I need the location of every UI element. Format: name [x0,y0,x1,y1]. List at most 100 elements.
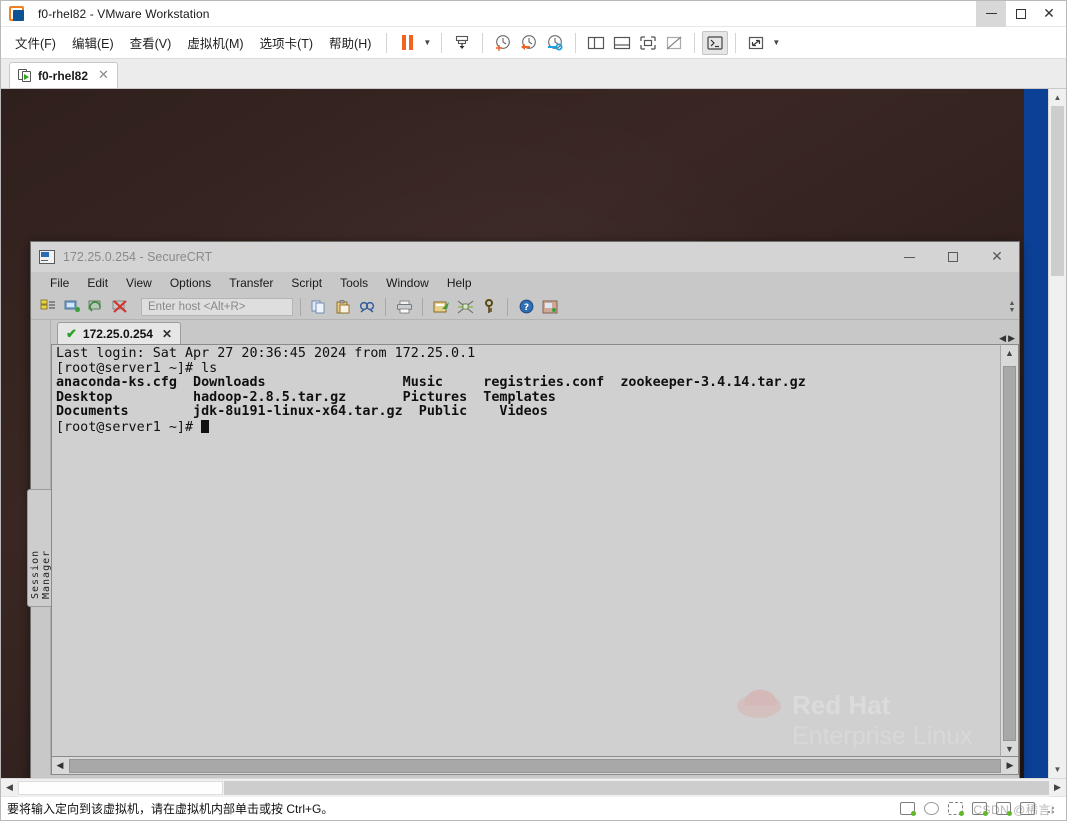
crt-menu-view[interactable]: View [117,274,161,292]
session-manager-panel[interactable]: Session Manager [26,320,55,775]
chevron-down-icon[interactable]: ▼ [769,31,783,55]
menu-vm[interactable]: 虚拟机(M) [179,29,251,56]
toolbar-separator [422,297,423,316]
close-icon[interactable]: ✕ [162,327,172,341]
vmware-close-button[interactable]: ✕ [1036,1,1066,27]
usb-icon[interactable] [972,802,988,816]
menu-help[interactable]: 帮助(H) [321,29,379,56]
vmware-maximize-button[interactable] [1006,1,1036,27]
menu-file[interactable]: 文件(F) [7,29,64,56]
terminal-screen[interactable]: Red Hat Enterprise Linux Last login: Sat… [51,344,1000,757]
help-icon[interactable]: ? [515,297,537,317]
securecrt-title-bar: 172.25.0.254 - SecureCRT ✕ [31,242,1019,272]
vm-tab-f0-rhel82[interactable]: f0-rhel82 ✕ [9,62,118,88]
toolbar-overflow-icon[interactable]: ▲ ▼ [1005,295,1019,318]
properties-icon[interactable] [539,297,561,317]
session-tab-172-25-0-254[interactable]: ✔ 172.25.0.254 ✕ [57,322,182,344]
scrollbar-thumb[interactable] [224,780,1049,795]
stretch-icon[interactable] [743,31,769,55]
hard-disk-icon[interactable] [900,802,916,816]
show-sidebar-icon[interactable] [583,31,609,55]
unity-mode-icon[interactable] [661,31,687,55]
resize-grip-icon[interactable] [1044,803,1056,815]
show-bottom-panel-icon[interactable] [609,31,635,55]
find-icon[interactable] [356,297,378,317]
wallpaper-brand-line2: Enterprise Linux [792,722,973,750]
scroll-up-icon[interactable]: ▲ [1049,89,1066,106]
toolbar-separator [441,32,443,53]
terminal-line: Documents jdk-8u191-linux-x64.tar.gz Pub… [56,404,548,420]
next-tab-icon[interactable]: ▶ [1008,333,1015,344]
crt-menu-help[interactable]: Help [438,274,481,292]
close-icon[interactable]: ✕ [98,68,109,83]
scroll-left-icon[interactable]: ◀ [52,758,68,774]
fullscreen-icon[interactable] [635,31,661,55]
vm-tab-label: f0-rhel82 [38,68,89,83]
scroll-right-icon[interactable]: ▶ [1002,758,1018,774]
securecrt-window-title: 172.25.0.254 - SecureCRT [63,250,213,264]
crt-menu-options[interactable]: Options [161,274,220,292]
reconnect-icon[interactable] [85,297,107,317]
crt-menu-transfer[interactable]: Transfer [220,274,282,292]
snapshot-take-icon[interactable] [449,31,475,55]
chevron-down-icon[interactable]: ▼ [420,31,434,55]
scrollbar-thumb-left[interactable] [18,780,223,795]
scrollbar-thumb[interactable] [1003,366,1016,741]
copy-icon[interactable] [308,297,330,317]
menu-edit[interactable]: 编辑(E) [64,29,122,56]
crt-menu-script[interactable]: Script [282,274,331,292]
vmware-vertical-scrollbar[interactable]: ▲ ▼ [1048,89,1066,778]
menu-tabs[interactable]: 选项卡(T) [252,29,321,56]
session-manager-icon[interactable] [37,297,59,317]
prev-tab-icon[interactable]: ◀ [999,333,1006,344]
securecrt-window-controls: ✕ [887,242,1019,272]
vmware-minimize-button[interactable] [976,0,1006,27]
terminal-cursor [201,419,210,433]
sound-card-icon[interactable] [996,802,1012,816]
securecrt-minimize-button[interactable] [887,242,931,272]
guest-desktop-side-panel [1024,89,1048,778]
snapshot-manager-icon[interactable] [490,31,516,55]
vmware-device-icons: CSDN @稀言i [900,802,1060,817]
securecrt-window: 172.25.0.254 - SecureCRT ✕ File Edit Vie… [26,241,1020,778]
terminal-area: Red Hat Enterprise Linux Last login: Sat… [51,344,1019,757]
scroll-right-icon[interactable]: ▶ [1049,779,1066,797]
key-icon[interactable] [478,297,500,317]
print-icon[interactable] [393,297,415,317]
terminal-horizontal-scrollbar[interactable]: ◀ ▶ [51,757,1019,775]
vmware-window-controls: ✕ [976,0,1066,27]
crt-menu-tools[interactable]: Tools [331,274,377,292]
printer-icon[interactable] [1020,802,1035,815]
vmware-title-bar: f0-rhel82 - VMware Workstation ✕ [1,0,1066,27]
snapshot-settings-icon[interactable] [542,31,568,55]
crt-menu-edit[interactable]: Edit [78,274,117,292]
scrollbar-thumb[interactable] [1051,106,1064,276]
terminal-vertical-scrollbar[interactable]: ▲ ▼ [1000,344,1019,757]
disconnect-icon[interactable] [109,297,131,317]
securecrt-maximize-button[interactable] [931,242,975,272]
scroll-up-icon[interactable]: ▲ [1001,345,1018,360]
vmware-horizontal-scrollbar[interactable]: ◀ ▶ [1,778,1066,797]
securecrt-menu-bar: File Edit View Options Transfer Script T… [31,272,1019,294]
guest-desktop[interactable]: 172.25.0.254 - SecureCRT ✕ File Edit Vie… [1,89,1048,778]
terminal-text: Last login: Sat Apr 27 20:36:45 2024 fro… [56,346,1000,436]
crt-menu-window[interactable]: Window [377,274,438,292]
pause-icon[interactable] [394,31,420,55]
scroll-down-icon[interactable]: ▼ [1049,761,1066,778]
scroll-left-icon[interactable]: ◀ [1,779,18,797]
connect-icon[interactable] [61,297,83,317]
menu-view[interactable]: 查看(V) [122,29,180,56]
host-input[interactable]: Enter host <Alt+R> [141,297,293,316]
scrollbar-track[interactable] [18,778,1049,797]
cd-drive-icon[interactable] [924,802,939,815]
revert-snapshot-icon[interactable] [516,31,542,55]
console-icon[interactable] [702,30,729,55]
scrollbar-thumb[interactable] [69,758,1001,773]
paste-icon[interactable] [332,297,354,317]
log-session-icon[interactable] [430,297,452,317]
crt-menu-file[interactable]: File [41,274,78,292]
transfer-icon[interactable] [454,297,476,317]
network-adapter-icon[interactable] [948,802,964,816]
securecrt-close-button[interactable]: ✕ [975,242,1019,272]
scroll-down-icon[interactable]: ▼ [1001,741,1018,756]
